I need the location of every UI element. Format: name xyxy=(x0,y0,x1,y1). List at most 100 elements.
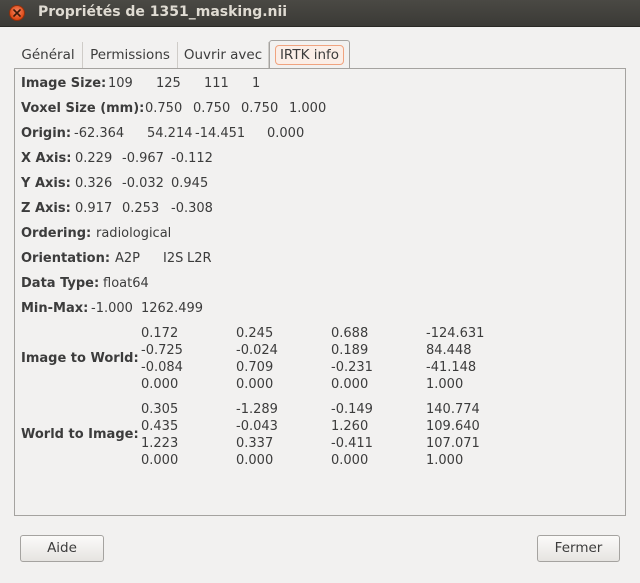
min-max-value: 1262.499 xyxy=(141,301,204,316)
y-axis-value: 0.326 xyxy=(75,176,113,191)
matrix-row: 1.223 0.337 -0.411 107.071 xyxy=(141,435,488,452)
image-size-value: 109 xyxy=(108,76,133,91)
origin-value: -14.451 xyxy=(195,126,246,141)
close-window-button[interactable] xyxy=(9,5,25,21)
voxel-size-value: 0.750 xyxy=(241,101,279,116)
data-type-value: float64 xyxy=(103,276,149,291)
orientation-label: Orientation: xyxy=(21,251,111,266)
origin-value: 54.214 xyxy=(147,126,193,141)
origin-value: 0.000 xyxy=(267,126,305,141)
matrix-cell: 0.337 xyxy=(236,436,274,451)
matrix-cell: 140.774 xyxy=(426,402,480,417)
tab-irtk-info[interactable]: IRTK info xyxy=(269,40,350,69)
matrix-cell: -124.631 xyxy=(426,326,485,341)
z-axis-row: Z Axis: 0.917 0.253 -0.308 xyxy=(21,201,213,216)
origin-row: Origin: -62.364 54.214 -14.451 0.000 xyxy=(21,126,304,141)
matrix-cell: 0.189 xyxy=(331,343,369,358)
irtk-info-panel: Image Size: 109 125 111 1 Voxel Size (mm… xyxy=(14,68,626,516)
close-button[interactable]: Fermer xyxy=(537,535,620,562)
matrix-cell: -1.289 xyxy=(236,402,278,417)
matrix-cell: -0.411 xyxy=(331,436,373,451)
matrix-cell: -0.043 xyxy=(236,419,278,434)
matrix-cell: 0.000 xyxy=(141,377,179,392)
min-max-value: -1.000 xyxy=(91,301,133,316)
image-size-value: 111 xyxy=(204,76,229,91)
z-axis-label: Z Axis: xyxy=(21,201,71,216)
matrix-cell: 0.000 xyxy=(236,453,274,468)
matrix-row: -0.725 -0.024 0.189 84.448 xyxy=(141,342,492,359)
orientation-value: L2R xyxy=(187,251,212,266)
data-type-label: Data Type: xyxy=(21,276,100,291)
matrix-cell: -41.148 xyxy=(426,360,477,375)
close-icon xyxy=(13,9,21,17)
matrix-cell: 1.000 xyxy=(426,377,464,392)
voxel-size-label: Voxel Size (mm): xyxy=(21,101,145,116)
x-axis-label: X Axis: xyxy=(21,151,72,166)
ordering-row: Ordering: radiological xyxy=(21,226,171,241)
matrix-cell: 0.000 xyxy=(331,377,369,392)
voxel-size-value: 1.000 xyxy=(289,101,327,116)
matrix-cell: 0.305 xyxy=(141,402,179,417)
tab-label: Permissions xyxy=(90,47,170,63)
matrix-cell: 107.071 xyxy=(426,436,480,451)
voxel-size-value: 0.750 xyxy=(145,101,183,116)
z-axis-value: -0.308 xyxy=(171,201,213,216)
matrix-row: 0.000 0.000 0.000 1.000 xyxy=(141,376,492,393)
x-axis-row: X Axis: 0.229 -0.967 -0.112 xyxy=(21,151,213,166)
matrix-cell: 0.000 xyxy=(331,453,369,468)
x-axis-value: -0.967 xyxy=(122,151,164,166)
x-axis-value: 0.229 xyxy=(75,151,113,166)
matrix-cell: 109.640 xyxy=(426,419,480,434)
image-size-value: 125 xyxy=(156,76,181,91)
matrix-cell: 0.709 xyxy=(236,360,274,375)
matrix-row: 0.172 0.245 0.688 -124.631 xyxy=(141,325,492,342)
matrix-row: -0.084 0.709 -0.231 -41.148 xyxy=(141,359,492,376)
matrix-cell: 0.000 xyxy=(236,377,274,392)
image-size-row: Image Size: 109 125 111 1 xyxy=(21,76,260,91)
world-to-image-label: World to Image: xyxy=(21,427,139,442)
matrix-cell: 0.435 xyxy=(141,419,179,434)
y-axis-value: 0.945 xyxy=(171,176,209,191)
y-axis-value: -0.032 xyxy=(122,176,164,191)
ordering-label: Ordering: xyxy=(21,226,92,241)
matrix-row: 0.305 -1.289 -0.149 140.774 xyxy=(141,401,488,418)
help-button[interactable]: Aide xyxy=(20,535,104,562)
window-title: Propriétés de 1351_masking.nii xyxy=(38,4,288,20)
matrix-cell: 0.245 xyxy=(236,326,274,341)
orientation-value: I2S xyxy=(163,251,184,266)
min-max-row: Min-Max: -1.000 1262.499 xyxy=(21,301,203,316)
matrix-row: 0.435 -0.043 1.260 109.640 xyxy=(141,418,488,435)
tab-permissions[interactable]: Permissions xyxy=(83,42,178,69)
matrix-cell: 0.688 xyxy=(331,326,369,341)
image-size-label: Image Size: xyxy=(21,76,107,91)
origin-label: Origin: xyxy=(21,126,72,141)
min-max-label: Min-Max: xyxy=(21,301,89,316)
data-type-row: Data Type: float64 xyxy=(21,276,149,291)
voxel-size-row: Voxel Size (mm): 0.750 0.750 0.750 1.000 xyxy=(21,101,326,116)
matrix-cell: 84.448 xyxy=(426,343,472,358)
tab-general[interactable]: Général xyxy=(14,42,83,69)
y-axis-label: Y Axis: xyxy=(21,176,71,191)
tab-label: Ouvrir avec xyxy=(183,47,263,63)
image-size-value: 1 xyxy=(252,76,261,91)
matrix-cell: 0.000 xyxy=(141,453,179,468)
ordering-value: radiological xyxy=(96,226,172,241)
y-axis-row: Y Axis: 0.326 -0.032 0.945 xyxy=(21,176,208,191)
matrix-cell: -0.149 xyxy=(331,402,373,417)
title-bar: Propriétés de 1351_masking.nii xyxy=(0,0,640,27)
z-axis-value: 0.253 xyxy=(122,201,160,216)
image-to-world-label: Image to World: xyxy=(21,351,139,366)
z-axis-value: 0.917 xyxy=(75,201,113,216)
matrix-cell: 1.223 xyxy=(141,436,179,451)
orientation-row: Orientation: A2P I2S L2R xyxy=(21,251,212,266)
matrix-cell: 1.260 xyxy=(331,419,369,434)
matrix-cell: -0.725 xyxy=(141,343,183,358)
world-to-image-matrix: 0.305 -1.289 -0.149 140.774 0.435 -0.043… xyxy=(141,401,488,469)
tab-label: Général xyxy=(21,47,75,63)
image-to-world-matrix: 0.172 0.245 0.688 -124.631 -0.725 -0.024… xyxy=(141,325,492,393)
x-axis-value: -0.112 xyxy=(171,151,213,166)
matrix-cell: 1.000 xyxy=(426,453,464,468)
tab-open-with[interactable]: Ouvrir avec xyxy=(178,42,269,69)
voxel-size-value: 0.750 xyxy=(193,101,231,116)
matrix-cell: -0.024 xyxy=(236,343,278,358)
